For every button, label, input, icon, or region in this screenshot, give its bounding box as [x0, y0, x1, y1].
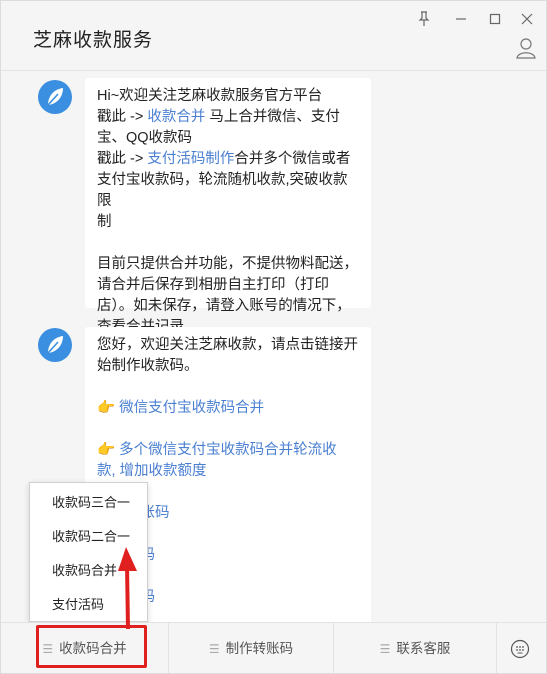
message-text: 宝、QQ收款码: [97, 130, 193, 146]
message-text: 支付宝收款码，轮流随机收款,突破收款限: [97, 172, 348, 209]
message-line: 👉 微信支付宝收款码合并: [97, 398, 359, 419]
message-line: 款, 增加收款额度: [97, 461, 359, 482]
message-text: 戳此 ->: [97, 109, 148, 125]
message-text: 马上合并微信、支付: [205, 109, 340, 125]
message-bubble-welcome: Hi~欢迎关注芝麻收款服务官方平台 戳此 -> 收款合并 马上合并微信、支付 宝、Q…: [85, 78, 371, 335]
tab-customer-service[interactable]: ☰ 联系客服: [334, 623, 497, 673]
pin-icon[interactable]: [414, 9, 434, 29]
message-line: [97, 419, 359, 440]
popup-item-merge[interactable]: 收款码合并: [30, 554, 149, 588]
message-text: Hi~欢迎关注芝麻收款服务官方平台: [97, 88, 323, 104]
pointing-hand-icon: 👉: [97, 400, 120, 416]
popup-menu: 收款码三合一 收款码二合一 收款码合并 支付活码: [29, 482, 148, 622]
window-title: 芝麻收款服务: [33, 30, 154, 51]
header: 芝麻收款服务: [1, 1, 546, 71]
message-text: 您好，欢迎关注芝麻收款，请点击链接开: [97, 337, 358, 353]
bottom-menu-bar: ☰ 收款码合并 ☰ 制作转账码 ☰ 联系客服: [1, 622, 546, 673]
chat-window: 芝麻收款服务 Hi~欢迎关注芝麻收款服务官方平台 戳此 -> 收款合并 马上合并微…: [0, 0, 547, 674]
message-link[interactable]: 支付活码制作: [147, 151, 234, 167]
message-line: 请合并后保存到相册自主打印（打印: [97, 275, 359, 296]
message-text: 制: [97, 214, 112, 230]
popup-item-3in1[interactable]: 收款码三合一: [30, 486, 149, 520]
message-link[interactable]: 微信支付宝收款码合并: [119, 400, 264, 416]
menu-lines-icon: ☰: [208, 642, 220, 656]
message-text: 始制作收款码。: [97, 358, 199, 374]
message-line: 始制作收款码。: [97, 356, 359, 377]
tab-label: 收款码合并: [59, 641, 127, 656]
leaf-logo-icon: [47, 336, 63, 354]
message-line: 制: [97, 212, 359, 233]
message-text: 请合并后保存到相册自主打印（打印: [97, 277, 329, 293]
service-avatar: [38, 80, 72, 114]
message-line: 戳此 -> 支付活码制作合并多个微信或者: [97, 149, 359, 170]
message-line: 店）。如未保存，请登入账号的情况下，: [97, 296, 359, 317]
close-icon[interactable]: [517, 9, 537, 29]
message-line: 您好，欢迎关注芝麻收款，请点击链接开: [97, 335, 359, 356]
pointing-hand-icon: 👉: [97, 442, 120, 458]
message-line: Hi~欢迎关注芝麻收款服务官方平台: [97, 86, 359, 107]
tab-label: 制作转账码: [225, 641, 294, 656]
popup-item-2in1[interactable]: 收款码二合一: [30, 520, 149, 554]
message-link[interactable]: 收款合并: [147, 109, 205, 125]
message-line: 支付宝收款码，轮流随机收款,突破收款限: [97, 170, 359, 212]
leaf-logo-icon: [47, 88, 63, 106]
popup-item-live-code[interactable]: 支付活码: [30, 588, 149, 622]
minimize-icon[interactable]: [451, 9, 471, 29]
menu-lines-icon: ☰: [42, 642, 54, 656]
service-avatar: [38, 328, 72, 362]
message-text: 合并多个微信或者: [234, 151, 351, 167]
tab-label: 联系客服: [396, 641, 451, 656]
tab-transfer-code[interactable]: ☰ 制作转账码: [169, 623, 334, 673]
message-line: 👉 多个微信支付宝收款码合并轮流收: [97, 440, 359, 461]
message-line: 戳此 -> 收款合并 马上合并微信、支付: [97, 107, 359, 128]
maximize-icon[interactable]: [485, 9, 505, 29]
message-line: 宝、QQ收款码: [97, 128, 359, 149]
menu-lines-icon: ☰: [379, 642, 391, 656]
user-profile-icon[interactable]: [515, 37, 537, 59]
message-link[interactable]: 多个微信支付宝收款码合并轮流收: [119, 442, 337, 458]
message-text: 戳此 ->: [97, 151, 148, 167]
message-line: [97, 377, 359, 398]
message-line: 目前只提供合并功能，不提供物料配送，: [97, 254, 359, 275]
message-text: 目前只提供合并功能，不提供物料配送，: [97, 256, 358, 272]
keyboard-icon[interactable]: [510, 639, 530, 659]
message-text: 店）。如未保存，请登入账号的情况下，: [97, 298, 351, 314]
tab-merge-codes[interactable]: ☰ 收款码合并: [1, 623, 169, 673]
message-line: [97, 233, 359, 254]
message-link[interactable]: 款, 增加收款额度: [97, 463, 207, 479]
